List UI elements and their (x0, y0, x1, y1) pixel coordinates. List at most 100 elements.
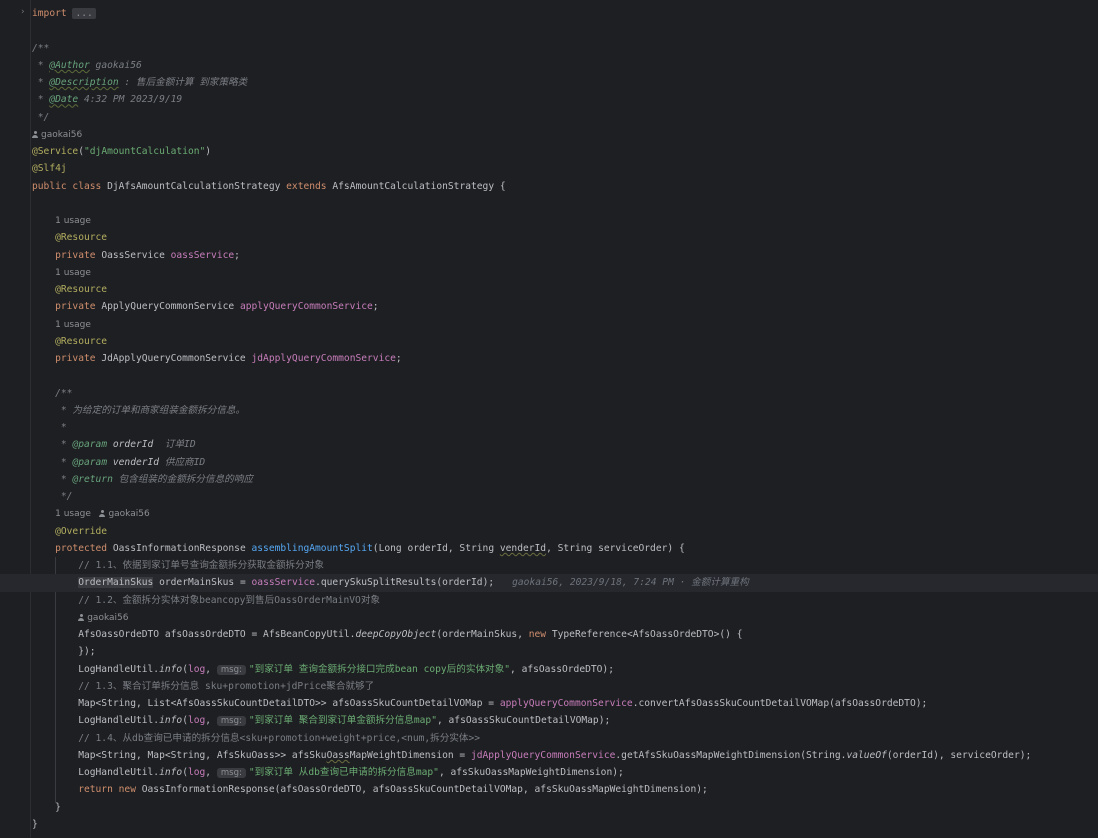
code-line[interactable]: Map<String, Map<String, AfsSkuOass>> afs… (0, 747, 1098, 764)
code-text: LogHandleUtil. (32, 663, 160, 675)
code-line[interactable]: @Resource (0, 333, 1098, 350)
doc-comment: * 为给定的订单和商家组装金额拆分信息。 (32, 404, 246, 416)
identifier: venderId (499, 542, 547, 554)
code-line[interactable]: AfsOassOrdeDTO afsOassOrdeDTO = AfsBeanC… (0, 626, 1098, 643)
doc-comment: : 售后金额计算 到家策略类 (118, 77, 248, 88)
code-text: (orderId), serviceOrder); (886, 749, 1032, 761)
usage-hint[interactable]: 1 usage (55, 268, 91, 278)
code-line[interactable]: import ... (0, 5, 1098, 22)
code-text: , (205, 663, 217, 675)
code-line[interactable]: */ (0, 109, 1098, 126)
static-call: info (159, 715, 183, 727)
code-line[interactable]: private OassService oassService; (0, 247, 1098, 264)
annotation: @Resource (32, 335, 108, 347)
author-hint[interactable]: gaokai56 (32, 130, 82, 140)
field-ref: oassService (251, 577, 316, 589)
code-line[interactable]: 1 usage gaokai56 (0, 505, 1098, 522)
code-line[interactable] (0, 367, 1098, 384)
folded-imports[interactable]: ... (72, 8, 96, 19)
code-line[interactable] (0, 195, 1098, 212)
code-line[interactable]: 1 usage (0, 316, 1098, 333)
code-line[interactable]: return new OassInformationResponse(afsOa… (0, 781, 1098, 798)
code-line[interactable]: protected OassInformationResponse assemb… (0, 540, 1098, 557)
code-text: AfsAmountCalculationStrategy { (332, 180, 506, 192)
code-line[interactable]: LogHandleUtil.info(log, msg: "到家订单 聚合到家订单… (0, 712, 1098, 729)
code-text: JdApplyQueryCommonService (101, 353, 252, 364)
code-text: } (32, 818, 38, 830)
code-line[interactable]: 1 usage (0, 264, 1098, 281)
code-line[interactable]: 1 usage (0, 212, 1098, 229)
keyword: import (32, 8, 73, 19)
field-ref: oassService (170, 249, 235, 261)
code-text: orderMainSkus = (153, 577, 252, 589)
code-line[interactable]: @Service("djAmountCalculation") (0, 143, 1098, 160)
code-line[interactable]: * @param venderId 供应商ID (0, 454, 1098, 471)
code-editor[interactable]: › import .../** * @Author gaokai56 * @De… (0, 0, 1098, 838)
selected-text: OrderMainSkus (78, 577, 154, 589)
code-line[interactable]: // 1.3、聚合订单拆分信息 sku+promotion+jdPrice聚合就… (0, 678, 1098, 695)
code-line[interactable] (0, 22, 1098, 39)
comment: // 1.1、依据到家订单号查询金额拆分获取金额拆分对象 (32, 560, 324, 571)
code-line[interactable]: * @param orderId 订单ID (0, 436, 1098, 453)
code-line[interactable]: Map<String, List<AfsOassSkuCountDetailDT… (0, 695, 1098, 712)
code-line[interactable]: * @Date 4:32 PM 2023/9/19 (0, 91, 1098, 108)
javadoc-param: venderId (112, 456, 160, 468)
identifier: Oass (326, 749, 350, 761)
code-line[interactable]: LogHandleUtil.info(log, msg: "到家订单 查询金额拆分… (0, 661, 1098, 678)
usage-hint[interactable]: 1 usage (55, 509, 99, 519)
keyword: extends (286, 180, 333, 192)
code-text: .getAfsSkuOassMapWeightDimension(String. (615, 749, 847, 761)
usage-hint[interactable]: 1 usage (55, 320, 91, 330)
code-line[interactable]: /** (0, 40, 1098, 57)
code-line[interactable]: LogHandleUtil.info(log, msg: "到家订单 从db查询已… (0, 764, 1098, 781)
code-line[interactable]: * 为给定的订单和商家组装金额拆分信息。 (0, 402, 1098, 419)
code-line[interactable]: /** (0, 385, 1098, 402)
code-line[interactable]: @Resource (0, 281, 1098, 298)
string-literal: "到家订单 从db查询已申请的拆分信息map" (248, 767, 439, 778)
code-line[interactable]: @Resource (0, 229, 1098, 246)
static-call: valueOf (846, 749, 887, 761)
doc-comment: */ (32, 491, 73, 502)
code-text: Map<String, List<AfsOassSkuCountDetailDT… (32, 698, 500, 709)
code-line[interactable]: @Slf4j (0, 160, 1098, 177)
code-line[interactable]: private ApplyQueryCommonService applyQue… (0, 298, 1098, 315)
code-text: LogHandleUtil. (32, 767, 160, 778)
code-line[interactable]: * @return 包含组装的金额拆分信息的响应 (0, 471, 1098, 488)
code-line[interactable]: public class DjAfsAmountCalculationStrat… (0, 178, 1098, 195)
code-line[interactable]: * @Description : 售后金额计算 到家策略类 (0, 74, 1098, 91)
code-line[interactable]: private JdApplyQueryCommonService jdAppl… (0, 350, 1098, 367)
field-ref: jdApplyQueryCommonService (251, 353, 396, 364)
code-line[interactable]: // 1.1、依据到家订单号查询金额拆分获取金额拆分对象 (0, 557, 1098, 574)
code-text: , afsOassOrdeDTO); (510, 663, 614, 675)
usage-hint[interactable]: 1 usage (55, 216, 91, 226)
code-line[interactable]: OrderMainSkus orderMainSkus = oassServic… (0, 574, 1098, 592)
doc-comment: * (32, 94, 50, 106)
comment: // 1.2、金额拆分实体对象beancopy到售后OassOrderMainV… (32, 594, 381, 606)
code-lines[interactable]: import ... /** * @Author gaokai56 * @Desc… (0, 5, 1098, 833)
doc-comment: 4:32 PM 2023/9/19 (78, 94, 183, 106)
code-line[interactable]: // 1.4、从db查询已申请的拆分信息<sku+promotion+weigh… (0, 730, 1098, 747)
code-line[interactable]: } (0, 799, 1098, 816)
author-hint[interactable]: gaokai56 (78, 613, 128, 623)
code-line[interactable]: } (0, 816, 1098, 833)
doc-comment: * (32, 59, 50, 71)
comment: // 1.3、聚合订单拆分信息 sku+promotion+jdPrice聚合就… (32, 680, 375, 692)
string-literal: "djAmountCalculation" (84, 146, 206, 157)
code-line[interactable]: */ (0, 488, 1098, 505)
code-line[interactable]: }); (0, 643, 1098, 660)
code-line[interactable]: * (0, 419, 1098, 436)
code-line[interactable]: * @Author gaokai56 (0, 57, 1098, 74)
code-line[interactable]: // 1.2、金额拆分实体对象beancopy到售后OassOrderMainV… (0, 592, 1098, 609)
doc-comment: * (32, 456, 73, 468)
code-line[interactable]: gaokai56 (0, 126, 1098, 143)
author-hint[interactable]: gaokai56 (99, 509, 150, 519)
keyword: protected (32, 542, 113, 554)
annotation: @Resource (32, 232, 108, 244)
keyword: private (32, 249, 102, 261)
doc-comment: /** (32, 42, 50, 54)
code-line[interactable]: gaokai56 (0, 609, 1098, 626)
code-line[interactable]: @Override (0, 523, 1098, 540)
